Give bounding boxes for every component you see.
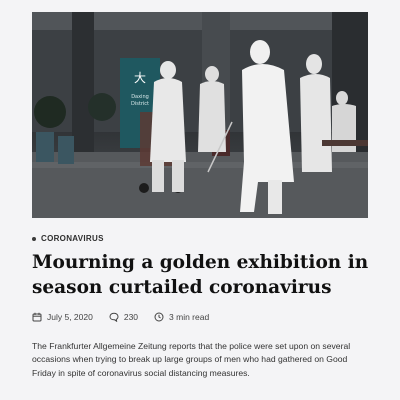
clock-icon bbox=[154, 312, 164, 322]
article-card[interactable]: 大 Daxing District CORONAVIRUS Mourning a… bbox=[0, 0, 400, 400]
article-excerpt: The Frankfurter Allgemeine Zeitung repor… bbox=[32, 341, 351, 378]
meta-comments-count[interactable]: 230 bbox=[124, 312, 138, 322]
meta-read-time: 3 min read bbox=[154, 312, 209, 322]
meta-comments[interactable]: 230 bbox=[109, 312, 138, 322]
article-meta: July 5, 2020 230 3 min read bbox=[32, 312, 225, 322]
article-category[interactable]: CORONAVIRUS bbox=[32, 234, 104, 243]
article-title[interactable]: Mourning a golden exhibition in season c… bbox=[32, 250, 377, 300]
article-image[interactable]: 大 Daxing District bbox=[32, 12, 368, 218]
meta-date-text: July 5, 2020 bbox=[47, 312, 93, 322]
meta-read-time-text: 3 min read bbox=[169, 312, 210, 322]
calendar-icon bbox=[32, 312, 42, 322]
meta-date: July 5, 2020 bbox=[32, 312, 93, 322]
sign-line-1: Daxing bbox=[131, 94, 149, 100]
sign-character: 大 bbox=[134, 71, 146, 85]
comment-icon bbox=[109, 312, 119, 322]
hazmat-workers-photo: 大 Daxing District bbox=[32, 12, 368, 218]
category-dot bbox=[32, 236, 36, 241]
sign-line-2: District bbox=[131, 101, 149, 107]
category-label[interactable]: CORONAVIRUS bbox=[41, 234, 104, 243]
